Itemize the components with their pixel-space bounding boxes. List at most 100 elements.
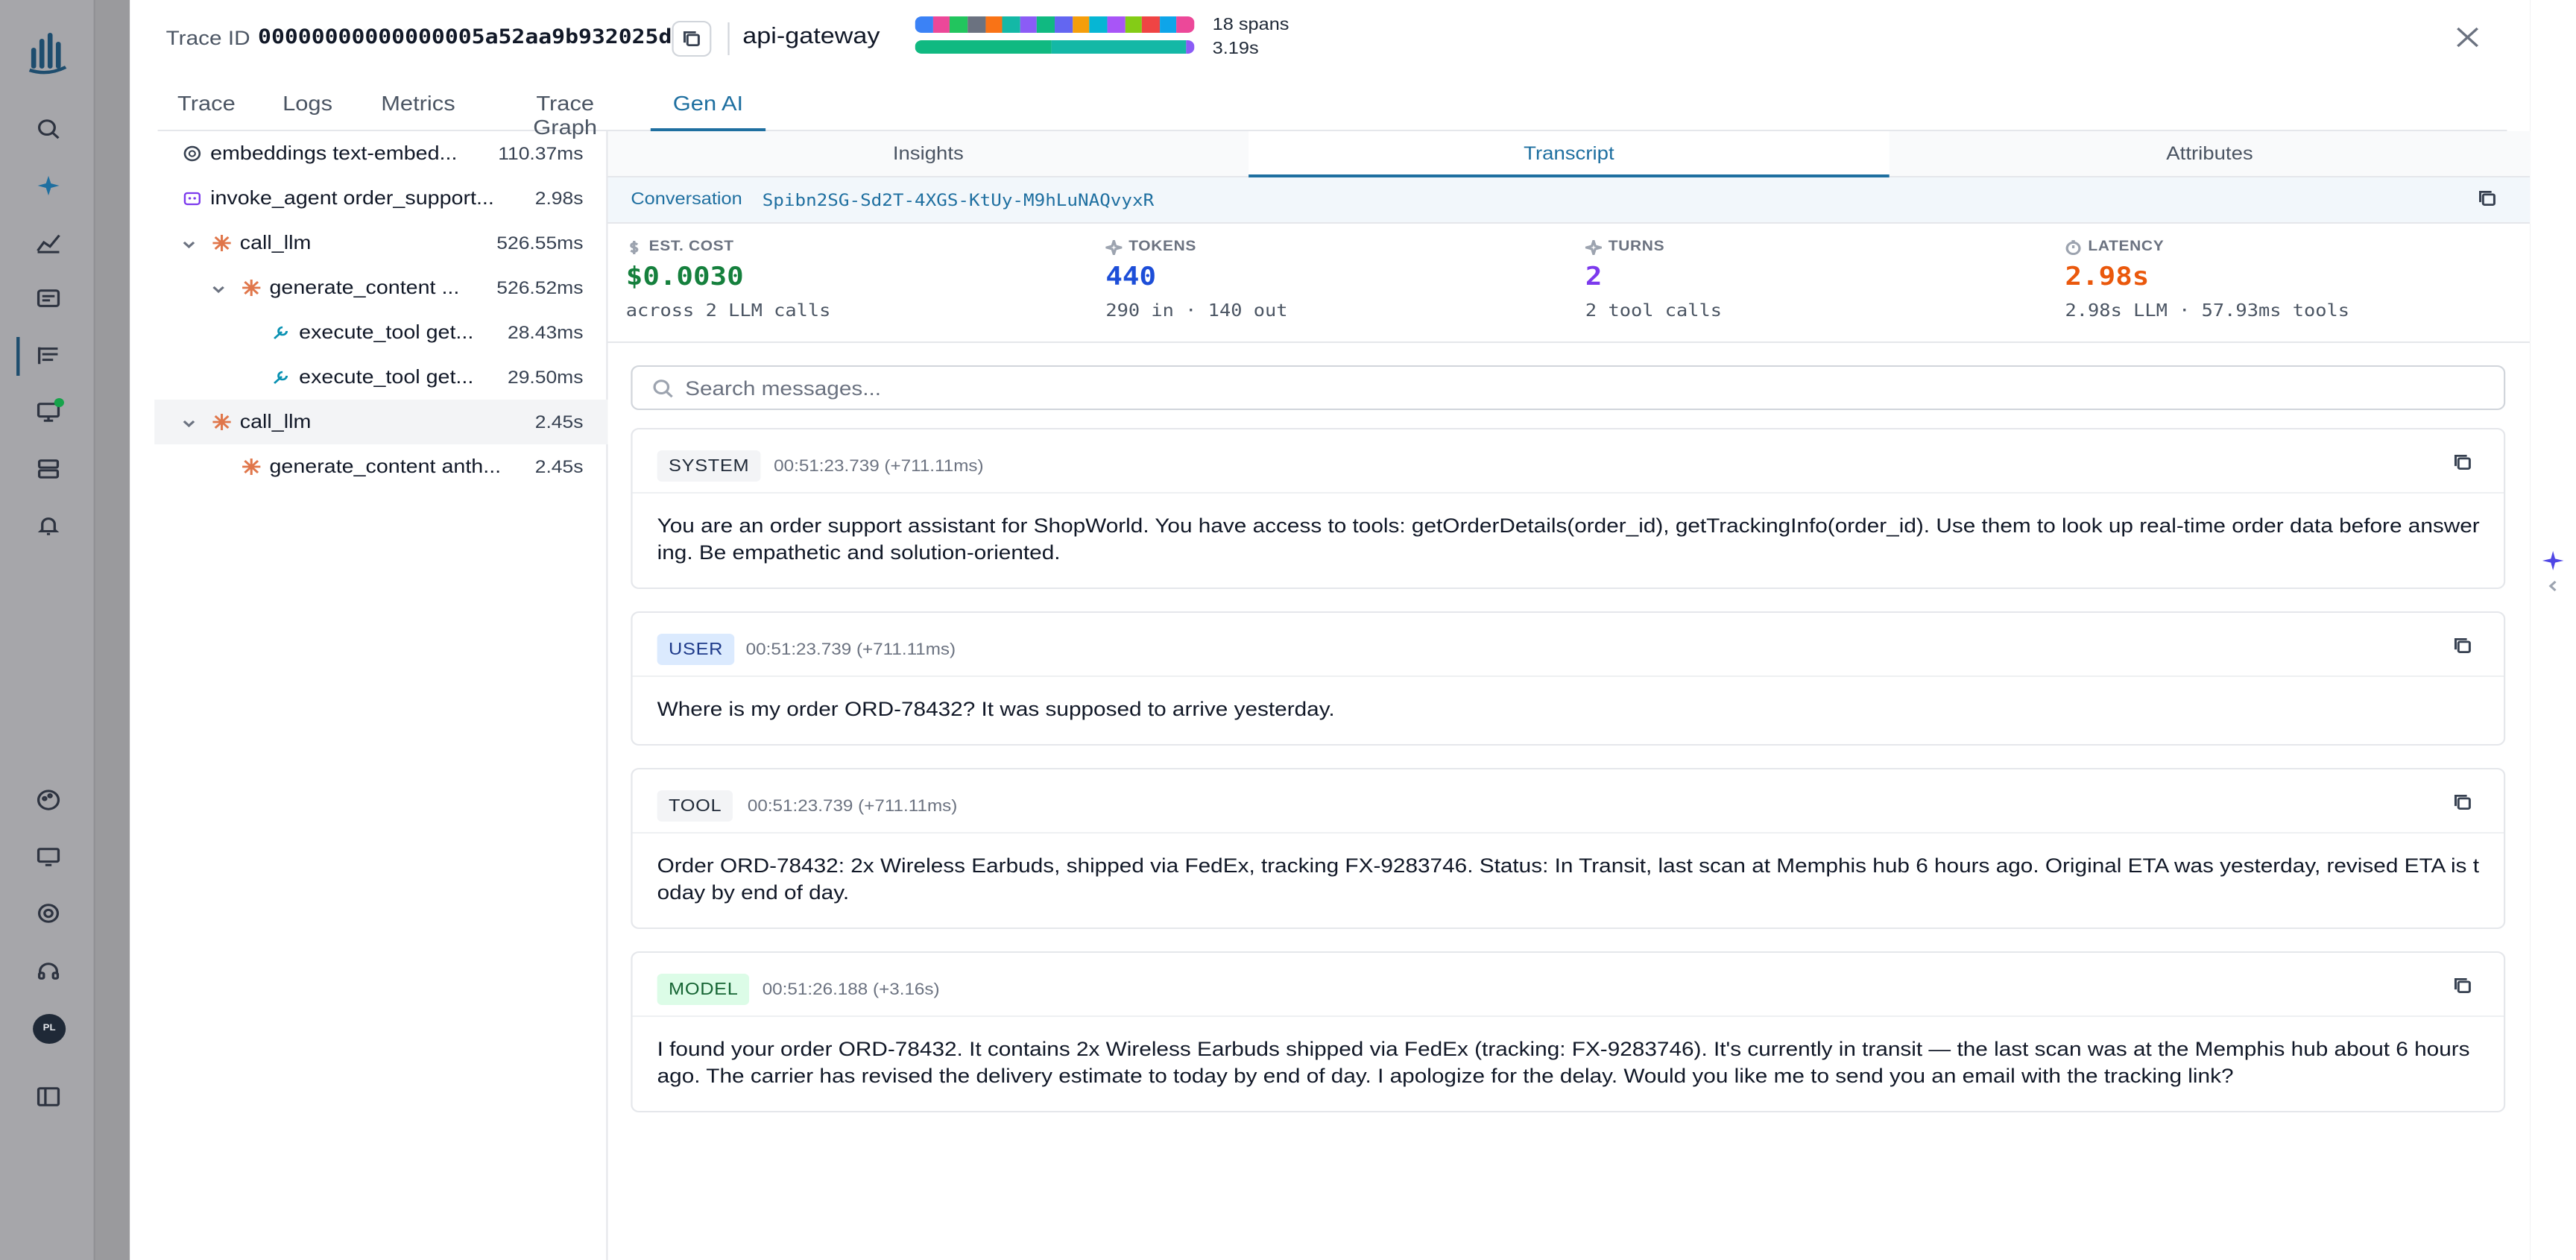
span-row[interactable]: execute_tool get... 29.50ms (154, 355, 607, 400)
stat-turns: TURNS 2 2 tool calls (1585, 239, 2062, 328)
span-row-selected[interactable]: call_llm 2.45s (154, 400, 608, 444)
stat-sub: 2 tool calls (1585, 300, 1723, 321)
traces-icon[interactable] (30, 338, 66, 371)
chart-icon[interactable] (30, 225, 66, 258)
stat-label: LATENCY (2088, 239, 2165, 255)
settings-icon[interactable] (30, 896, 66, 929)
message-timestamp: 00:51:23.739 (+711.11ms) (747, 798, 958, 816)
stat-value: 440 (1105, 262, 1157, 292)
span-name: generate_content ... (269, 276, 460, 298)
copy-icon (2479, 191, 2496, 206)
message-timestamp: 00:51:23.739 (+711.11ms) (745, 641, 956, 659)
span-duration: 2.98s (534, 188, 584, 209)
span-name: invoke_agent order_support... (210, 186, 494, 209)
copy-message-button[interactable] (2453, 977, 2476, 998)
span-color-segment (1176, 16, 1195, 33)
span-color-segment (1124, 16, 1143, 33)
status-dot (54, 398, 64, 407)
span-duration: 526.52ms (496, 277, 584, 298)
tab-gen-ai[interactable]: Gen AI (650, 81, 766, 131)
span-color-segment (932, 16, 950, 33)
duration-segment (1186, 40, 1195, 54)
close-drawer-button[interactable] (2451, 22, 2484, 52)
tab-trace[interactable]: Trace (177, 81, 236, 131)
chevron-down-icon[interactable] (180, 413, 197, 428)
copy-icon (2454, 455, 2471, 470)
copy-message-button[interactable] (2453, 637, 2476, 658)
span-color-segment (1020, 16, 1038, 33)
span-row[interactable]: generate_content anth... 2.45s (154, 444, 607, 489)
span-color-segment (967, 16, 985, 33)
anthropic-icon (240, 277, 262, 297)
gen-ai-panel: Insights Transcript Attributes Conversat… (607, 131, 2531, 1260)
message-card: MODEL 00:51:26.188 (+3.16s) I found your… (631, 951, 2506, 1112)
header-divider (727, 22, 730, 55)
stat-tokens: TOKENS 440 290 in · 140 out (1105, 239, 1582, 328)
copy-conversation-button[interactable] (2478, 189, 2501, 210)
tab-insights[interactable]: Insights (608, 131, 1249, 177)
stat-sub: 2.98s LLM · 57.93ms tools (2065, 300, 2350, 321)
message-card: TOOL 00:51:23.739 (+711.11ms) Order ORD-… (631, 768, 2506, 929)
role-badge: TOOL (657, 790, 733, 822)
message-content: Where is my order ORD-78432? It was supp… (657, 698, 1335, 720)
clock-icon (2065, 239, 2081, 254)
copy-icon (2454, 638, 2471, 653)
span-row[interactable]: generate_content ... 526.52ms (154, 265, 607, 310)
span-duration: 2.45s (534, 412, 584, 432)
logs-icon[interactable] (30, 282, 66, 315)
tab-attributes[interactable]: Attributes (1890, 131, 2531, 177)
role-badge: MODEL (657, 974, 750, 1005)
chevron-down-icon[interactable] (180, 234, 197, 249)
copy-message-button[interactable] (2453, 793, 2476, 814)
chevron-left-icon[interactable] (2545, 576, 2561, 592)
span-color-segment (1037, 16, 1055, 33)
span-color-segment (1072, 16, 1090, 33)
user-avatar[interactable]: PL (33, 1014, 66, 1044)
span-duration: 110.37ms (498, 143, 584, 164)
tab-trace-graph[interactable]: Trace Graph (502, 81, 628, 139)
span-tree: embeddings text-embed... 110.37ms invoke… (154, 131, 608, 1260)
wrench-icon (269, 367, 291, 386)
storage-icon[interactable] (30, 452, 66, 485)
app-logo-icon[interactable] (23, 27, 72, 75)
copy-message-button[interactable] (2453, 453, 2476, 474)
span-row[interactable]: invoke_agent order_support... 2.98s (154, 176, 607, 221)
duration-segment (1050, 40, 1187, 54)
tab-logs[interactable]: Logs (282, 81, 332, 131)
duration-segment (915, 40, 1051, 54)
role-badge: SYSTEM (657, 450, 761, 482)
stat-label: TOKENS (1128, 239, 1197, 255)
close-icon (2457, 27, 2478, 48)
duration-bar (915, 40, 1195, 54)
right-edge-panel (2530, 0, 2576, 1260)
conversation-bar: Conversation Spibn2SG-Sd2T-4XGS-KtUy-M9h… (607, 177, 2531, 224)
span-duration: 29.50ms (507, 367, 584, 388)
message-content: Order ORD-78432: 2x Wireless Earbuds, sh… (657, 854, 2479, 904)
span-row[interactable]: execute_tool get... 28.43ms (154, 310, 607, 355)
desktop-icon[interactable] (30, 840, 66, 872)
alerts-icon[interactable] (30, 508, 66, 541)
span-color-segment (1107, 16, 1125, 33)
span-color-bar (915, 16, 1195, 33)
search-icon[interactable] (30, 112, 66, 145)
tab-transcript[interactable]: Transcript (1248, 131, 1890, 177)
support-headset-icon[interactable] (30, 954, 66, 987)
collapse-sidebar-icon[interactable] (30, 1080, 66, 1112)
copy-trace-id-button[interactable] (672, 21, 712, 57)
ai-assistant-icon[interactable] (2542, 550, 2565, 571)
span-color-segment (950, 16, 967, 33)
span-row[interactable]: call_llm 526.55ms (154, 221, 607, 265)
stat-value: 2.98s (2065, 262, 2150, 292)
chevron-down-icon[interactable] (210, 279, 227, 294)
ai-sparkle-icon[interactable] (30, 168, 66, 201)
span-name: call_llm (239, 410, 312, 432)
span-duration: 2.45s (534, 456, 584, 477)
span-row[interactable]: embeddings text-embed... 110.37ms (154, 131, 607, 176)
stat-label: EST. COST (648, 239, 734, 255)
tab-metrics[interactable]: Metrics (379, 81, 457, 131)
anthropic-icon (210, 412, 232, 431)
palette-icon[interactable] (30, 783, 66, 816)
main-tabs: Trace Logs Metrics Trace Graph Gen AI (157, 81, 2507, 139)
search-input[interactable] (685, 371, 2476, 404)
dollar-icon (630, 240, 639, 253)
